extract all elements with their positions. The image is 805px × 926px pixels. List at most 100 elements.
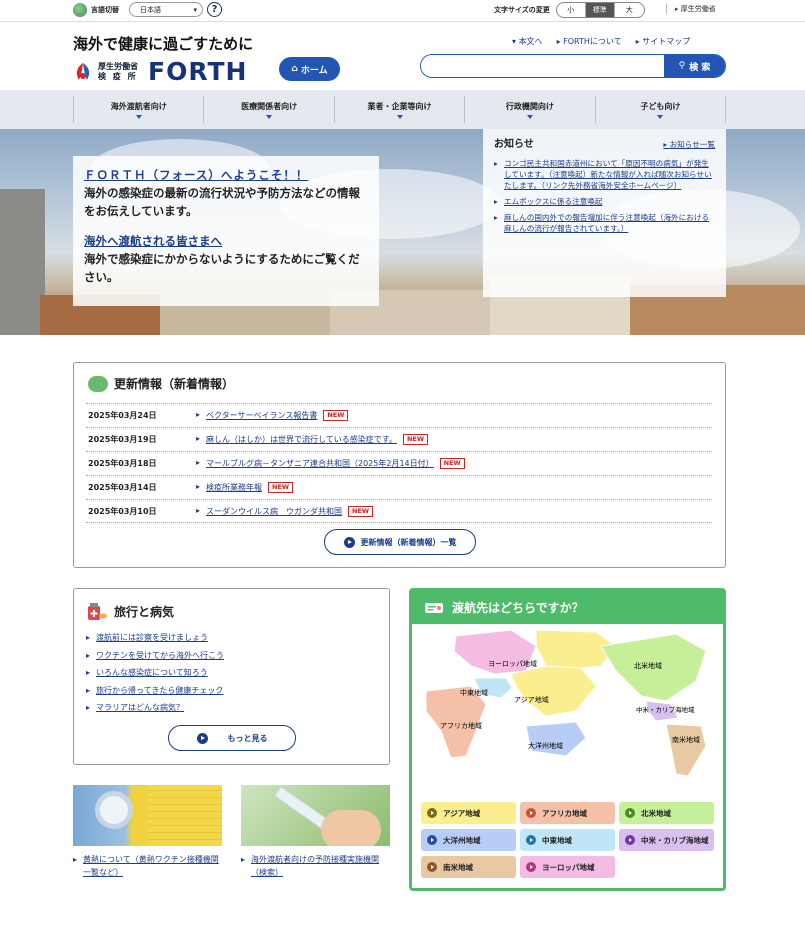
region-button[interactable]: 南米地域 [421,856,516,878]
language-label: 言語切替 [91,5,119,14]
travel-more-button[interactable]: もっと見る [168,725,296,751]
font-size-large-button[interactable]: 大 [615,3,644,17]
region-button-label: 南米地域 [443,862,473,872]
play-circle-icon [427,808,437,818]
region-button-label: アジア地域 [443,808,481,818]
yellow-fever-photo[interactable] [73,785,222,846]
play-circle-icon [427,862,437,872]
update-date: 2025年03月10日 [88,506,157,516]
home-icon: ⌂ [291,64,298,74]
updates-more-button[interactable]: 更新情報（新着情報）一覧 [324,529,476,555]
updates-more-label: 更新情報（新着情報）一覧 [360,537,457,547]
nav-label: 海外渡航者向け [110,102,167,111]
notices-header: お知らせ ▸ お知らせ一覧 [494,139,715,150]
site-logo[interactable]: 厚生労働省 検 疫 所 FORTH [73,57,247,86]
region-button[interactable]: 中東地域 [520,829,615,851]
travelers-link[interactable]: 海外へ渡航される皆さまへ [84,232,368,250]
vaccination-photo[interactable] [241,785,390,846]
region-button[interactable]: 大洋州地域 [421,829,516,851]
update-date: 2025年03月19日 [88,435,157,444]
organization-name: 厚生労働省 検 疫 所 [98,62,138,82]
region-button-label: 大洋州地域 [443,835,481,845]
destination-heading: 渡航先はどちらですか？ [412,591,723,624]
travel-link[interactable]: 旅行から帰ってきたら健康チェック [86,682,224,700]
update-row: 2025年03月24日 ベクターサーベイランス報告書 NEW [86,403,712,427]
sitemap-link-label: サイトマップ [642,37,691,46]
chevron-down-icon [396,115,403,119]
update-link[interactable]: 検疫所業務年報 [196,482,262,493]
search-button[interactable]: ⚲ 検 索 [664,55,725,77]
yellow-fever-link[interactable]: 黄熱について（黄熱ワクチン接種機関一覧など） [73,853,222,879]
map-label-north-america: 北米地域 [634,661,662,670]
skip-to-content-link[interactable]: ▾ 本文へ [512,36,543,47]
travel-link[interactable]: 渡航前には診察を受けましょう [86,629,224,647]
hero-banner: ＦＯＲＴＨ（フォース）へようこそ！！ 海外の感染症の最新の流行状況や予防方法など… [0,129,805,335]
welcome-link[interactable]: ＦＯＲＴＨ（フォース）へようこそ！！ [84,166,368,184]
chat-bubble-icon [88,375,108,392]
notices-list-link[interactable]: ▸ お知らせ一覧 [663,139,715,150]
update-row: 2025年03月10日 スーダンウイルス病 ウガンダ共和国 NEW [86,499,712,523]
hand-graphic [321,810,381,846]
update-link[interactable]: ベクターサーベイランス報告書 [196,410,317,421]
chevron-down-icon [135,115,142,119]
welcome-panel: ＦＯＲＴＨ（フォース）へようこそ！！ 海外の感染症の最新の流行状況や予防方法など… [73,156,379,306]
map-label-europe: ヨーロッパ地域 [488,659,537,668]
font-size-small-button[interactable]: 小 [557,3,586,17]
update-link[interactable]: スーダンウイルス病 ウガンダ共和国 [196,506,342,517]
nav-overseas-travelers[interactable]: 海外渡航者向け [73,96,203,123]
travel-link[interactable]: いろんな感染症について知ろう [86,664,224,682]
map-south-america[interactable] [665,723,707,777]
map-oceania[interactable] [525,721,587,757]
updates-title: 更新情報（新着情報） [114,377,235,391]
notice-item[interactable]: 麻しんの国内外での報告増加に伴う注意喚起（海外における麻しんの流行が報告されてい… [494,212,715,234]
language-select[interactable]: 日本語 ▾ [129,2,203,17]
travel-link[interactable]: マラリアはどんな病気？ [86,699,224,717]
nav-government[interactable]: 行政機関向け [464,96,594,123]
region-button[interactable]: アジア地域 [421,802,516,824]
sitemap-link[interactable]: ▸ サイトマップ [636,36,691,47]
notices-list-link-label: お知らせ一覧 [669,140,715,149]
notice-item[interactable]: エムポックスに係る注意喚起 [494,196,715,207]
chevron-down-icon [657,115,664,119]
region-button[interactable]: ヨーロッパ地域 [520,856,615,878]
world-map[interactable]: ヨーロッパ地域 北米地域 中東地域 アジア地域 アフリカ地域 中米・カリブ海地域… [416,626,719,782]
update-row: 2025年03月19日 麻しん（はしか）は世界で流行している感染症です。 NEW [86,427,712,451]
nav-children[interactable]: 子ども向け [594,96,727,123]
vaccination-facility-link[interactable]: 海外渡航者向けの予防接種実施機関（検索） [241,853,390,879]
region-buttons: アジア地域 アフリカ地域 北米地域大洋州地域 中東地域 中米・カリブ海地域南米地域 ヨーロ… [421,802,714,878]
destination-section: 渡航先はどちらですか？ ヨーロッパ地域 北米地域 中東地域 アジア地域 アフリカ… [409,588,726,891]
update-link[interactable]: マールブルグ病－タンザニア連合共和国（2025年2月14日付） [196,458,434,469]
notices-title: お知らせ [494,139,534,150]
region-button[interactable]: アフリカ地域 [520,802,615,824]
region-button-label: 北米地域 [641,808,671,818]
play-circle-icon [526,862,536,872]
nav-label: 子ども向け [640,102,681,111]
site-tagline: 海外で健康に過ごすために [73,35,254,53]
about-forth-link[interactable]: ▸ FORTHについて [557,36,622,47]
nav-medical-professionals[interactable]: 医療関係者向け [203,96,333,123]
global-navigation: 海外渡航者向け 医療関係者向け 業者・企業等向け 行政機関向け 子ども向け [0,90,805,129]
nav-businesses[interactable]: 業者・企業等向け [333,96,464,123]
mhlw-link[interactable]: ▸ 厚生労働省 [666,4,716,14]
region-button[interactable]: 北米地域 [619,802,714,824]
region-button-label: 中東地域 [542,835,572,845]
search-input[interactable] [421,55,664,77]
font-size-standard-button[interactable]: 標準 [585,3,615,17]
notices-panel: お知らせ ▸ お知らせ一覧 コンゴ民主共和国赤道州において「原因不明の病気」が発生… [483,129,726,297]
play-circle-icon [625,808,635,818]
region-button[interactable]: 中米・カリブ海地域 [619,829,714,851]
notice-item[interactable]: コンゴ民主共和国赤道州において「原因不明の病気」が発生しています。（注意喚起）新… [494,158,715,191]
home-button-label: ホーム [300,65,328,76]
update-link[interactable]: 麻しん（はしか）は世界で流行している感染症です。 [196,434,397,445]
ticket-icon [425,602,443,613]
home-button[interactable]: ⌂ ホーム [279,57,340,81]
update-row: 2025年03月18日 マールブルグ病－タンザニア連合共和国（2025年2月14日… [86,451,712,475]
map-asia[interactable] [510,665,597,717]
help-icon[interactable]: ? [207,2,222,17]
travel-link[interactable]: ワクチンを受けてから海外へ行こう [86,647,224,665]
search-button-label: 検 索 [689,62,711,73]
new-badge: NEW [348,505,374,517]
update-date: 2025年03月14日 [88,483,157,492]
play-circle-icon [343,536,355,548]
nav-label: 業者・企業等向け [367,102,432,111]
